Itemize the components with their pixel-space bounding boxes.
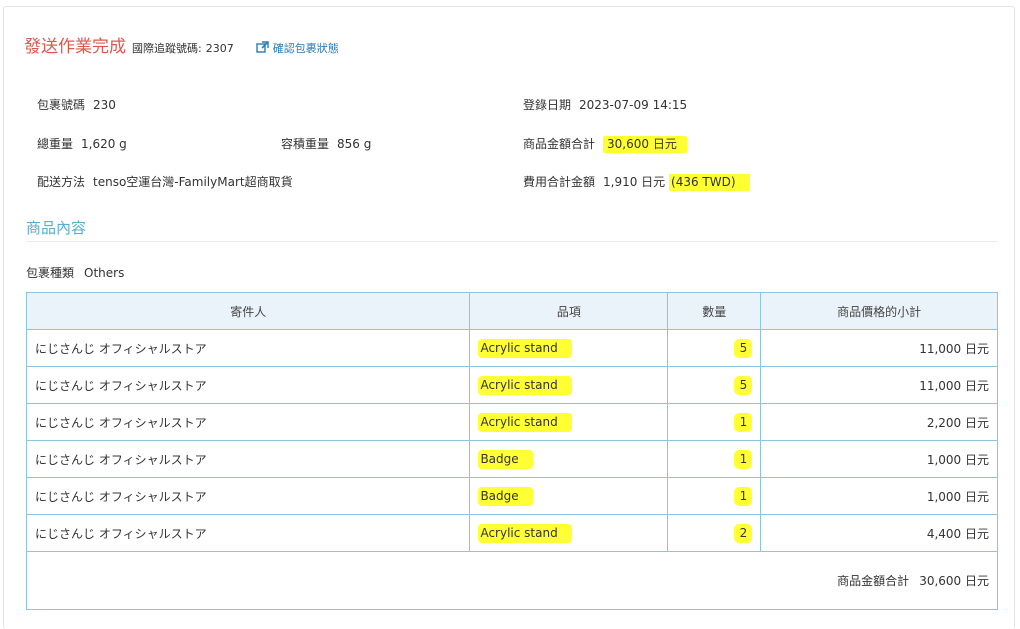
table-row: にじさんじ オフィシャルストア Acrylic stand 2 4,400 日元 (25, 514, 998, 552)
item-cell: Acrylic stand (469, 329, 669, 367)
contents-section-title: 商品內容 (26, 219, 87, 237)
table-row: にじさんじ オフィシャルストア Acrylic stand 1 2,200 日元 (25, 403, 998, 441)
items-table-header: 寄件人 品項 數量 商品價格的小計 (25, 292, 998, 330)
package-type-label: 包裹種類 (26, 266, 75, 280)
table-row: にじさんじ オフィシャルストア Badge 1 1,000 日元 (25, 477, 998, 515)
shipping-method-label: 配送方法 (37, 175, 86, 189)
quantity-cell: 1 (667, 403, 762, 441)
register-date-field: 登錄日期 2023-07-09 14:15 (523, 96, 687, 113)
quantity-cell: 5 (667, 366, 762, 404)
item-name: Acrylic stand (478, 376, 572, 395)
package-number-value: 230 (93, 98, 116, 112)
quantity-value: 1 (733, 487, 753, 506)
item-name: Acrylic stand (478, 413, 572, 432)
volume-weight-field: 容積重量 856 g (281, 135, 371, 152)
quantity-value: 2 (733, 524, 753, 543)
shipment-header: 發送作業完成 國際追蹤號碼: 2307 確認包裹狀態 (24, 32, 339, 60)
sender-cell: にじさんじ オフィシャルストア (25, 403, 471, 441)
total-label: 商品金額合計 (837, 574, 910, 588)
quantity-value: 1 (733, 450, 753, 469)
quantity-cell: 5 (667, 329, 762, 367)
fee-total-value: 1,910 日元 (603, 175, 666, 189)
sender-cell: にじさんじ オフィシャルストア (25, 514, 471, 552)
fee-total-twd: (436 TWD) (669, 174, 750, 191)
quantity-cell: 1 (667, 477, 762, 515)
column-header-sender: 寄件人 (25, 292, 471, 330)
tracking-number-label: 國際追蹤號碼: (132, 42, 202, 55)
total-cell: 商品金額合計 30,600 日元 (26, 551, 998, 610)
package-number-field: 包裹號碼 230 (37, 96, 116, 113)
register-date-value: 2023-07-09 14:15 (579, 98, 688, 112)
item-cell: Acrylic stand (469, 514, 669, 552)
external-link-icon[interactable] (256, 41, 269, 53)
shipping-method-value: tenso空運台灣-FamilyMart超商取貨 (93, 175, 293, 189)
item-cell: Badge (469, 477, 669, 515)
gross-weight-field: 總重量 1,620 g (37, 135, 127, 152)
check-package-status-link[interactable]: 確認包裹狀態 (273, 40, 339, 56)
package-type-field: 包裹種類 Others (26, 264, 124, 281)
table-total-row: 商品金額合計 30,600 日元 (26, 551, 998, 610)
item-cell: Badge (469, 440, 669, 478)
items-table: 寄件人 品項 數量 商品價格的小計 にじさんじ オフィシャルストア Acryli… (25, 292, 998, 610)
subtotal-cell: 1,000 日元 (760, 440, 998, 478)
tracking-number-value: 2307 (205, 42, 234, 55)
item-name: Badge (478, 450, 533, 469)
table-row: にじさんじ オフィシャルストア Acrylic stand 5 11,000 日… (25, 329, 998, 367)
page-title: 發送作業完成 (24, 37, 126, 57)
gross-weight-value: 1,620 g (81, 137, 127, 151)
goods-total-value: 30,600 日元 (603, 136, 687, 153)
subtotal-cell: 1,000 日元 (760, 477, 998, 515)
column-header-subtotal: 商品價格的小計 (760, 292, 998, 330)
fee-total-field: 費用合計金額 1,910 日元 (436 TWD) (523, 173, 750, 191)
shipping-method-field: 配送方法 tenso空運台灣-FamilyMart超商取貨 (37, 173, 293, 190)
fee-total-label: 費用合計金額 (523, 175, 596, 189)
package-number-label: 包裹號碼 (37, 98, 86, 112)
subtotal-cell: 4,400 日元 (760, 514, 998, 552)
table-row: にじさんじ オフィシャルストア Badge 1 1,000 日元 (25, 440, 998, 478)
item-name: Acrylic stand (478, 339, 572, 358)
quantity-cell: 1 (667, 440, 762, 478)
quantity-value: 5 (733, 376, 753, 395)
goods-total-field: 商品金額合計 30,600 日元 (523, 135, 687, 153)
sender-cell: にじさんじ オフィシャルストア (25, 440, 471, 478)
goods-total-label: 商品金額合計 (523, 137, 596, 151)
column-header-quantity: 數量 (667, 292, 762, 330)
total-value: 30,600 日元 (919, 574, 989, 588)
sender-cell: にじさんじ オフィシャルストア (25, 366, 471, 404)
quantity-value: 1 (733, 413, 753, 432)
sender-cell: にじさんじ オフィシャルストア (25, 477, 471, 515)
section-divider (26, 241, 998, 242)
volume-weight-value: 856 g (337, 137, 372, 151)
item-name: Acrylic stand (478, 524, 572, 543)
subtotal-cell: 11,000 日元 (760, 366, 998, 404)
sender-cell: にじさんじ オフィシャルストア (25, 329, 471, 367)
table-row: にじさんじ オフィシャルストア Acrylic stand 5 11,000 日… (25, 366, 998, 404)
volume-weight-label: 容積重量 (281, 137, 330, 151)
item-cell: Acrylic stand (469, 403, 669, 441)
quantity-cell: 2 (667, 514, 762, 552)
register-date-label: 登錄日期 (523, 98, 572, 112)
column-header-item: 品項 (469, 292, 669, 330)
subtotal-cell: 2,200 日元 (760, 403, 998, 441)
subtotal-cell: 11,000 日元 (760, 329, 998, 367)
item-cell: Acrylic stand (469, 366, 669, 404)
package-type-value: Others (84, 266, 125, 280)
gross-weight-label: 總重量 (37, 137, 74, 151)
quantity-value: 5 (733, 339, 753, 358)
item-name: Badge (478, 487, 533, 506)
